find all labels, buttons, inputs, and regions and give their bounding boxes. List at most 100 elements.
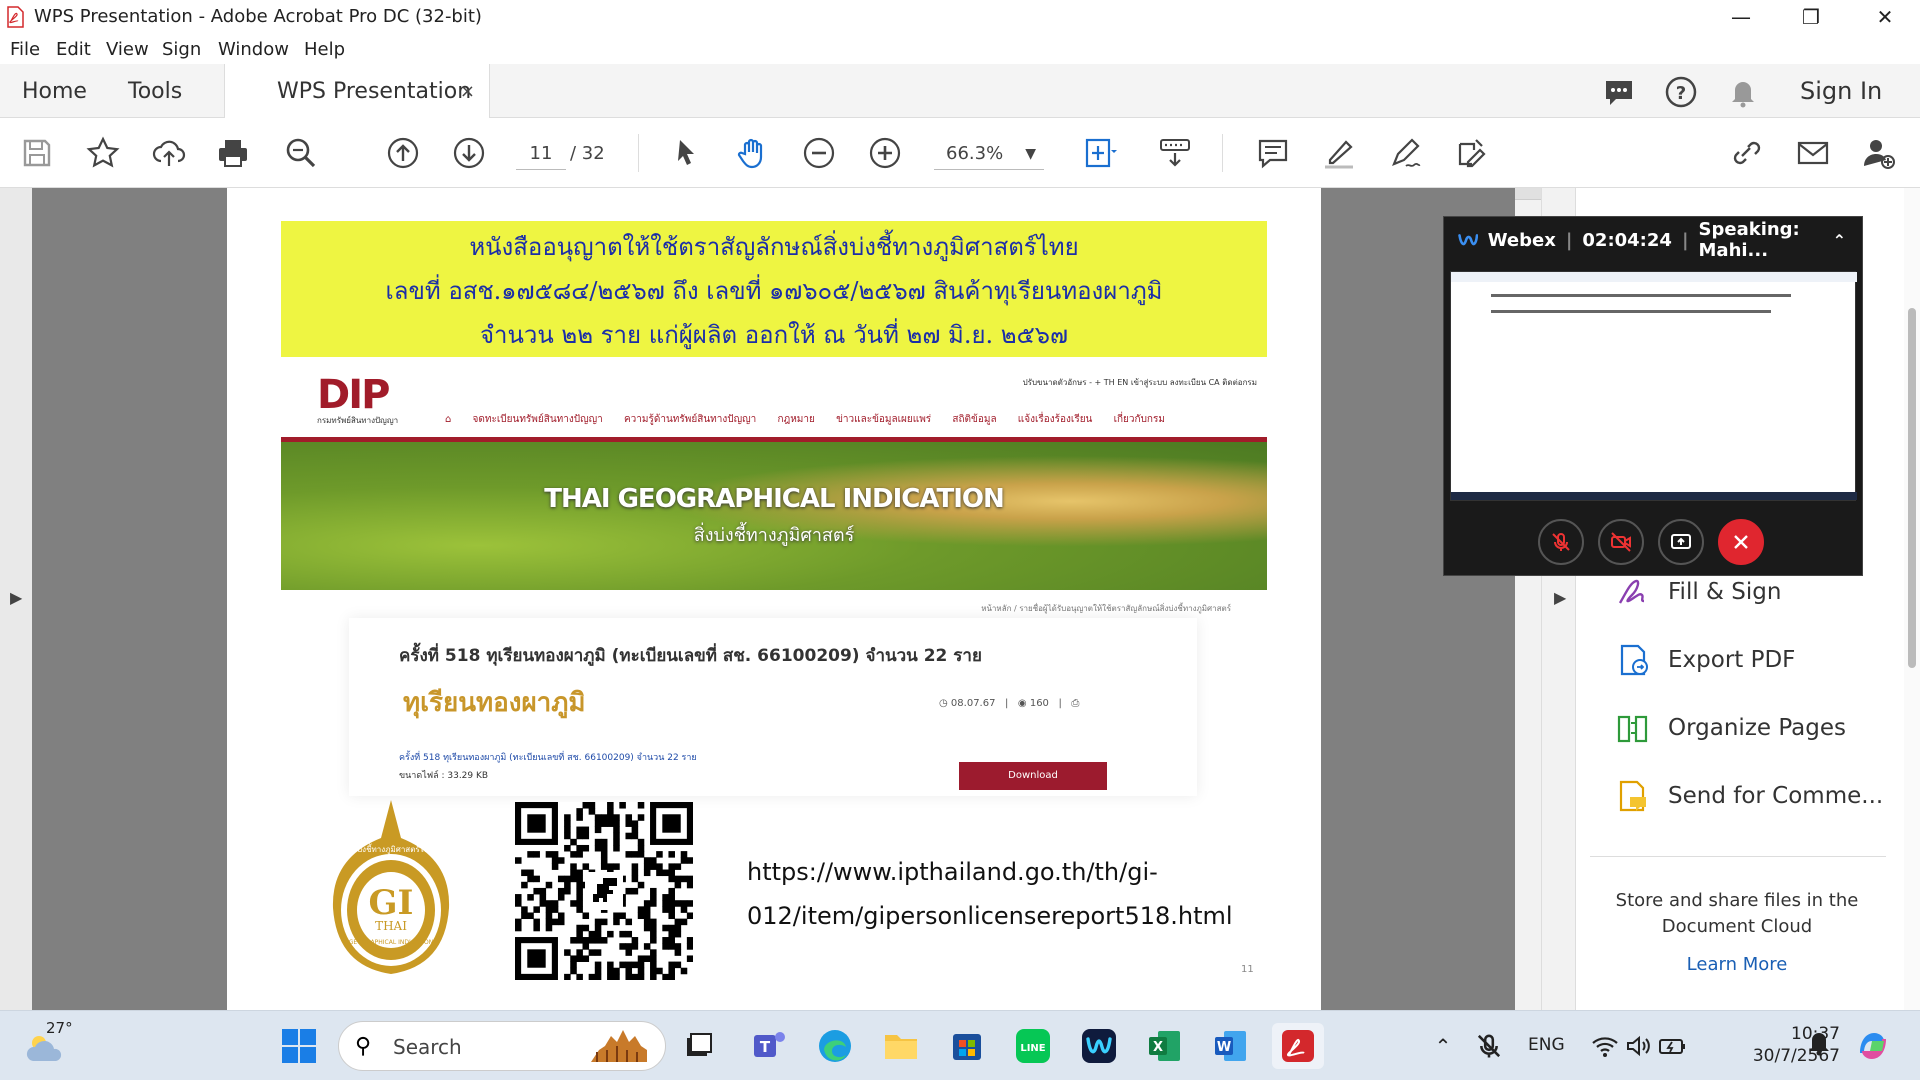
save-icon — [23, 139, 51, 167]
webex-meeting-window[interactable]: Webex | 02:04:24 | Speaking: Mahi... ⌃ — [1443, 216, 1863, 576]
taskbar-app-acrobat[interactable] — [1272, 1023, 1324, 1069]
hero-subtitle: สิ่งบ่งชี้ทางภูมิศาสตร์ — [693, 525, 855, 546]
webex-app-icon — [1082, 1029, 1116, 1063]
taskbar-app-word[interactable]: W — [1208, 1023, 1254, 1069]
scrollbar-thumb[interactable] — [1908, 308, 1916, 668]
divider: | — [1565, 229, 1573, 251]
svg-text:LINE: LINE — [1020, 1043, 1045, 1054]
taskbar-search[interactable]: ⚲ Search — [338, 1021, 666, 1071]
page-number-input[interactable]: 11 — [516, 138, 566, 170]
collapse-chevron-icon[interactable]: ⌃ — [1833, 231, 1846, 250]
tool-organize-pages[interactable]: Organize Pages — [1614, 708, 1846, 748]
tool-label: Fill & Sign — [1668, 579, 1782, 605]
tool-export-pdf[interactable]: Export PDF — [1614, 640, 1795, 680]
sign-button[interactable] — [1384, 132, 1426, 174]
learn-more-link[interactable]: Learn More — [1592, 954, 1882, 975]
send-for-comment-icon — [1614, 777, 1652, 815]
zoom-in-button[interactable] — [864, 132, 906, 174]
download-button: Download — [959, 762, 1107, 790]
input-language[interactable]: ENG — [1528, 1035, 1565, 1055]
link-person-icon — [1733, 141, 1761, 165]
taskbar-app-excel[interactable]: X — [1142, 1023, 1188, 1069]
tool-send-for-comments[interactable]: Send for Comme... — [1614, 776, 1883, 816]
pane-divider — [1590, 856, 1886, 857]
find-button[interactable] — [280, 132, 322, 174]
taskbar-app-line[interactable]: LINE — [1010, 1023, 1056, 1069]
search-highlight-icon — [591, 1030, 647, 1062]
battery-indicator[interactable] — [1650, 1023, 1696, 1069]
select-tool-button[interactable] — [666, 132, 708, 174]
rice-hero-banner: THAI GEOGRAPHICAL INDICATION สิ่งบ่งชี้ท… — [281, 442, 1267, 590]
report-card: ครั้งที่ 518 ทุเรียนทองผาภูมิ (ทะเบียนเล… — [349, 618, 1197, 796]
restore-button[interactable]: ❐ — [1776, 0, 1846, 34]
save-button[interactable] — [16, 132, 58, 174]
home-icon: ⌂ — [445, 414, 452, 425]
menu-file[interactable]: File — [10, 39, 40, 60]
dip-main-nav: ⌂ จดทะเบียนทรัพย์สินทางปัญญา ความรู้ด้าน… — [445, 412, 1183, 427]
copilot-icon — [1860, 1033, 1886, 1059]
close-tab-icon[interactable]: × — [460, 81, 475, 102]
menu-sign[interactable]: Sign — [162, 39, 201, 60]
taskbar-app-file-explorer[interactable] — [878, 1023, 924, 1069]
menu-help[interactable]: Help — [304, 39, 345, 60]
zoom-level-dropdown[interactable]: 66.3% ▼ — [934, 138, 1044, 170]
menu-edit[interactable]: Edit — [56, 39, 91, 60]
comment-bubble-icon[interactable] — [1602, 75, 1636, 109]
scrollbar-thumb[interactable] — [1515, 188, 1541, 200]
tab-tools[interactable]: Tools — [128, 64, 182, 118]
next-page-button[interactable] — [448, 132, 490, 174]
tab-document[interactable]: WPS Presentation × — [224, 64, 490, 119]
card-file-link: ครั้งที่ 518 ทุเรียนทองผาภูมิ (ทะเบียนเล… — [399, 753, 697, 763]
end-call-button[interactable] — [1718, 519, 1764, 565]
taskbar-app-edge[interactable] — [812, 1023, 858, 1069]
highlight-button[interactable] — [1318, 132, 1360, 174]
cloud-upload-icon — [152, 140, 186, 166]
print-button[interactable] — [212, 132, 254, 174]
share-link-button[interactable] — [1726, 132, 1768, 174]
add-person-button[interactable] — [1858, 132, 1900, 174]
show-hidden-icons-button[interactable]: ⌃ — [1420, 1023, 1466, 1069]
taskbar-app-task-view[interactable] — [676, 1023, 722, 1069]
microphone-muted-indicator[interactable] — [1466, 1023, 1512, 1069]
share-screen-button[interactable] — [1658, 519, 1704, 565]
start-button[interactable] — [276, 1023, 322, 1069]
left-panel-toggle[interactable]: ▶ — [0, 188, 32, 1010]
zoom-out-button[interactable] — [798, 132, 840, 174]
menu-view[interactable]: View — [106, 39, 149, 60]
card-file-size: ขนาดไฟล์ : 33.29 KB — [399, 771, 489, 781]
taskbar-app-webex[interactable] — [1076, 1023, 1122, 1069]
video-button[interactable] — [1598, 519, 1644, 565]
sign-in-button[interactable]: Sign In — [1800, 64, 1882, 118]
search-icon: ⚲ — [355, 1034, 372, 1059]
page-display-button[interactable] — [1070, 132, 1130, 174]
banner-line: จำนวน ๒๒ ราย แก่ผู้ผลิต ออกให้ ณ วันที่ … — [479, 321, 1069, 349]
tool-fill-sign[interactable]: Fill & Sign — [1614, 572, 1781, 612]
svg-text:X: X — [1153, 1040, 1163, 1055]
triangle-right-icon: ▶ — [10, 588, 23, 607]
dip-logo: DIP กรมทรัพย์สินทางปัญญา — [317, 372, 398, 427]
shared-screen-text — [1491, 310, 1771, 313]
notifications-button[interactable] — [1796, 1019, 1842, 1065]
help-icon[interactable]: ? — [1664, 75, 1698, 109]
email-button[interactable] — [1792, 132, 1834, 174]
triangle-right-icon: ▶ — [1554, 588, 1567, 607]
scroll-mode-button[interactable] — [1154, 132, 1196, 174]
tab-bar: Home Tools WPS Presentation × ? Sign In — [0, 64, 1920, 119]
previous-page-button[interactable] — [382, 132, 424, 174]
bookmark-button[interactable] — [82, 132, 124, 174]
tab-home[interactable]: Home — [22, 64, 87, 118]
notification-bell-icon[interactable] — [1726, 75, 1760, 109]
tools-pane-scrollbar[interactable] — [1904, 188, 1920, 1010]
menu-window[interactable]: Window — [218, 39, 289, 60]
card-heading: ครั้งที่ 518 ทุเรียนทองผาภูมิ (ทะเบียนเล… — [399, 646, 982, 666]
taskbar-app-store[interactable] — [944, 1023, 990, 1069]
close-window-button[interactable]: ✕ — [1850, 0, 1920, 34]
taskbar-app-teams[interactable]: T — [746, 1023, 792, 1069]
mute-button[interactable] — [1538, 519, 1584, 565]
comment-button[interactable] — [1252, 132, 1294, 174]
upload-button[interactable] — [148, 132, 190, 174]
hand-tool-button[interactable] — [732, 132, 774, 174]
minimize-button[interactable]: — — [1706, 0, 1776, 34]
edit-pdf-button[interactable] — [1450, 132, 1492, 174]
copilot-button[interactable] — [1850, 1023, 1896, 1069]
